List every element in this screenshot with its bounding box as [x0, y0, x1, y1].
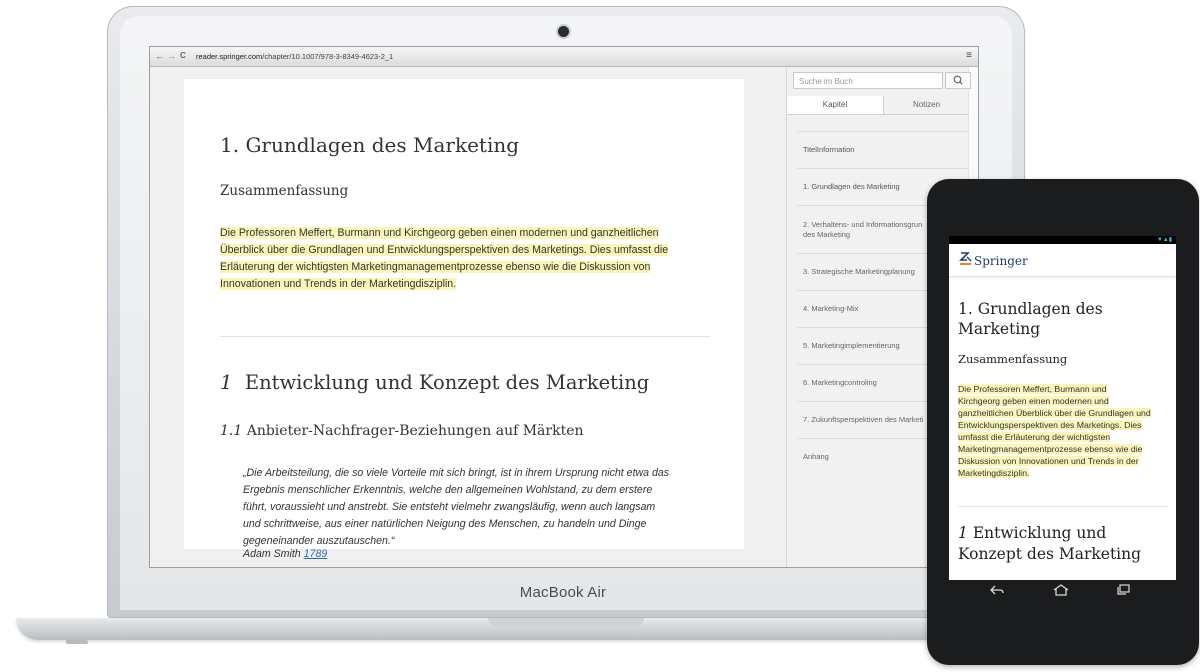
- subsection-heading: 1.1 Anbieter-Nachfrager-Beziehungen auf …: [220, 423, 584, 439]
- forward-icon[interactable]: →: [167, 50, 176, 62]
- browser-toolbar: ← → C reader.springer.com/chapter/10.100…: [150, 47, 978, 67]
- quote-line: „Die Arbeitsteilung, die so viele Vortei…: [243, 467, 670, 479]
- abstract-line: Diskussion von Innovationen und Trends i…: [958, 456, 1139, 466]
- subsection-title: Anbieter-Nachfrager-Beziehungen auf Märk…: [246, 423, 584, 439]
- address-bar[interactable]: reader.springer.com/chapter/10.1007/978-…: [196, 51, 393, 62]
- laptop-screen: ← → C reader.springer.com/chapter/10.100…: [150, 47, 978, 567]
- abstract-line: umfasst die Erläuterung der wichtigsten: [958, 432, 1111, 442]
- menu-icon[interactable]: ≡: [966, 50, 972, 62]
- abstract-line: Marketingdisziplin.: [958, 468, 1030, 478]
- abstract-line: ganzheitlichen Überblick über die Grundl…: [958, 408, 1151, 418]
- chapter-title: 1. Grundlagen des Marketing: [220, 133, 520, 157]
- abstract-text: Die Professoren Meffert, Burmann und Kir…: [220, 225, 700, 293]
- chapter-title: 1. Grundlagen des Marketing: [958, 300, 1103, 338]
- url-host: reader.springer.com: [196, 52, 263, 61]
- summary-heading: Zusammenfassung: [220, 183, 349, 199]
- section-heading: 1 Entwicklung und Konzept des Marketing: [220, 371, 649, 394]
- search-button[interactable]: [945, 72, 971, 89]
- quote-author-name: Adam Smith: [243, 548, 301, 560]
- url-path: /chapter/10.1007/978-3-8349-4623-2_1: [262, 52, 394, 61]
- section-number: 1: [220, 371, 233, 394]
- search-icon: [953, 75, 963, 85]
- springer-logo-text: Springer: [974, 254, 1028, 268]
- sidebar-tabs: Kapitel Notizen: [787, 96, 969, 115]
- wifi-signal-icon: ▼▲▮: [1156, 237, 1172, 243]
- abstract-line: Marketingmanagementprozesse ebenso wie d…: [958, 444, 1143, 454]
- quote-author: Adam Smith 1789: [243, 548, 327, 560]
- android-nav-bar: [949, 580, 1176, 604]
- abstract-line: Die Professoren Meffert, Burmann und: [958, 384, 1107, 394]
- abstract-line: Erläuterung der wichtigsten Marketingman…: [220, 261, 651, 273]
- camera-icon: [558, 26, 569, 37]
- quote-line: Ergebnis menschlicher Erkenntnis, welche…: [243, 484, 653, 496]
- toc-item[interactable]: TitelInformation: [797, 131, 968, 168]
- section-title: Entwicklung und Konzept des Marketing: [244, 371, 650, 394]
- reload-icon[interactable]: C: [180, 50, 186, 62]
- section-title: Entwicklung und Konzept des Marketing: [958, 524, 1142, 563]
- laptop-brand-label: MacBook Air: [519, 584, 607, 601]
- abstract-line: Kirchgeorg geben einen modernen und: [958, 396, 1109, 406]
- quote-block: „Die Arbeitsteilung, die so viele Vortei…: [243, 465, 703, 550]
- back-icon[interactable]: ←: [155, 50, 164, 62]
- springer-logo-icon: [959, 252, 972, 265]
- laptop-foot: [66, 640, 88, 644]
- home-icon[interactable]: [1052, 584, 1070, 596]
- divider: [220, 336, 710, 337]
- tab-kapitel[interactable]: Kapitel: [787, 96, 884, 114]
- springer-header: Springer: [949, 244, 1176, 277]
- divider: [958, 506, 1168, 507]
- section-heading: 1 Entwicklung und Konzept des Marketing: [958, 523, 1168, 565]
- summary-heading: Zusammenfassung: [958, 352, 1068, 366]
- recent-apps-icon[interactable]: [1115, 584, 1131, 596]
- quote-line: führt, voraussieht und anstrebt. Sie ent…: [243, 501, 656, 513]
- quote-line: gegeneinander auszutauschen.“: [243, 535, 395, 547]
- quote-line: und schrittweise, aus einer natürlichen …: [243, 518, 647, 530]
- tablet-screen: ▼▲▮ Springer 1. Grundlagen des Marketing…: [949, 236, 1176, 580]
- tab-notizen[interactable]: Notizen: [884, 96, 969, 114]
- abstract-line: Überblick über die Grundlagen und Entwic…: [220, 244, 669, 256]
- search-input[interactable]: Suche im Buch: [793, 72, 943, 89]
- citation-link[interactable]: 1789: [304, 548, 328, 560]
- abstract-line: Innovationen und Trends in der Marketing…: [220, 278, 457, 290]
- abstract-line: Entwicklungsperspektiven des Marketings.…: [958, 420, 1142, 430]
- section-number: 1: [958, 524, 968, 542]
- subsection-number: 1.1: [220, 423, 243, 439]
- status-bar: ▼▲▮: [949, 236, 1176, 244]
- abstract-line: Die Professoren Meffert, Burmann und Kir…: [220, 227, 659, 239]
- laptop-base-notch: [488, 618, 644, 626]
- back-icon[interactable]: [989, 584, 1005, 596]
- abstract-text: Die Professoren Meffert, Burmann und Kir…: [958, 383, 1172, 479]
